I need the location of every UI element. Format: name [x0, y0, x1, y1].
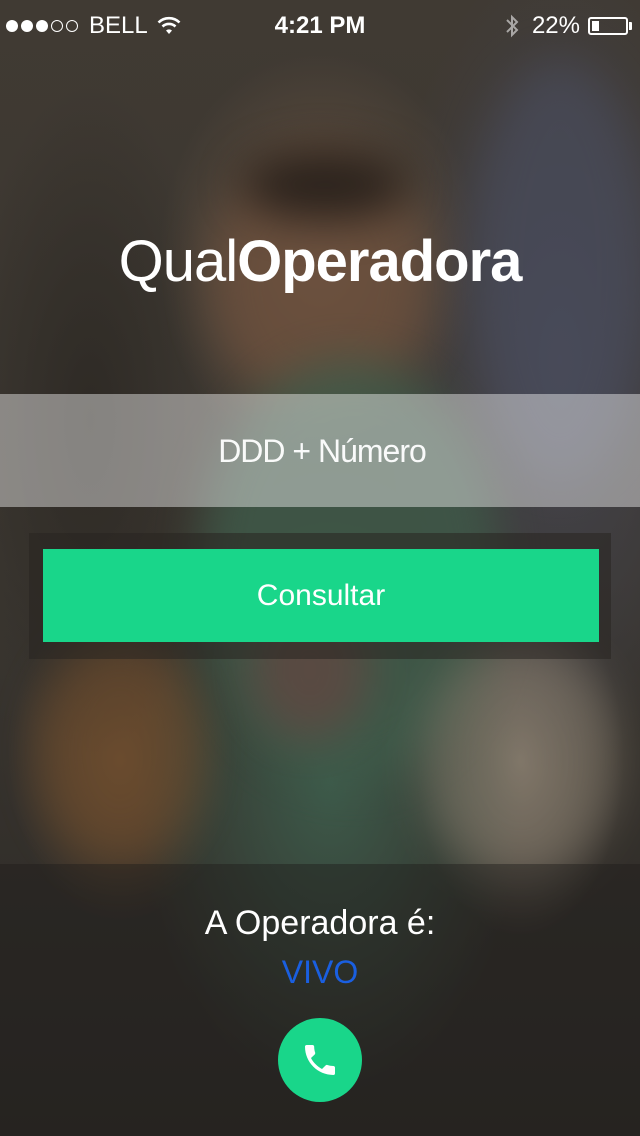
phone-icon	[305, 1045, 335, 1075]
result-panel: A Operadora é: VIVO	[0, 864, 640, 1136]
consult-button-frame: Consultar	[29, 533, 611, 659]
battery-percent: 22%	[531, 12, 580, 39]
app-logo: QualOperadora	[0, 228, 640, 295]
phone-number-input[interactable]	[0, 394, 640, 509]
consult-button[interactable]: Consultar	[43, 549, 599, 642]
battery-icon	[588, 17, 632, 35]
logo-bold-text: Operadora	[237, 229, 522, 294]
result-label: A Operadora é:	[204, 904, 436, 942]
operator-result: VIVO	[281, 954, 359, 990]
status-bar: BELL 4:21 PM 22%	[0, 0, 640, 52]
status-right: 22%	[504, 12, 632, 40]
bluetooth-icon	[506, 14, 519, 38]
logo-light-text: Qual	[118, 229, 239, 294]
call-button[interactable]	[278, 1018, 362, 1102]
phone-input-band	[0, 394, 640, 509]
